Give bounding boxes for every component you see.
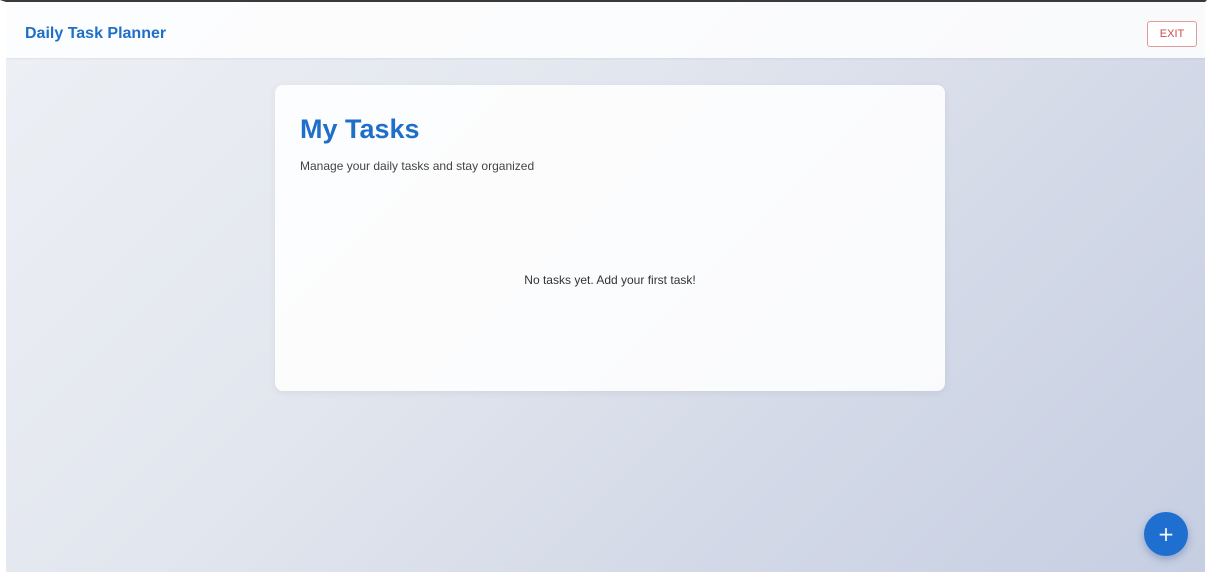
app-title: Daily Task Planner [25,25,167,42]
exit-button[interactable]: EXIT [1147,21,1197,47]
app-header: Daily Task Planner EXIT [6,2,1205,58]
tasks-card: My Tasks Manage your daily tasks and sta… [275,85,945,391]
add-task-button[interactable]: + [1144,512,1188,556]
empty-state-message: No tasks yet. Add your first task! [524,273,696,287]
page-title: My Tasks [300,114,420,144]
plus-icon: + [1157,522,1175,546]
page-subtitle: Manage your daily tasks and stay organiz… [300,159,535,173]
app-window: Daily Task Planner EXIT My Tasks Manage … [0,0,1207,572]
